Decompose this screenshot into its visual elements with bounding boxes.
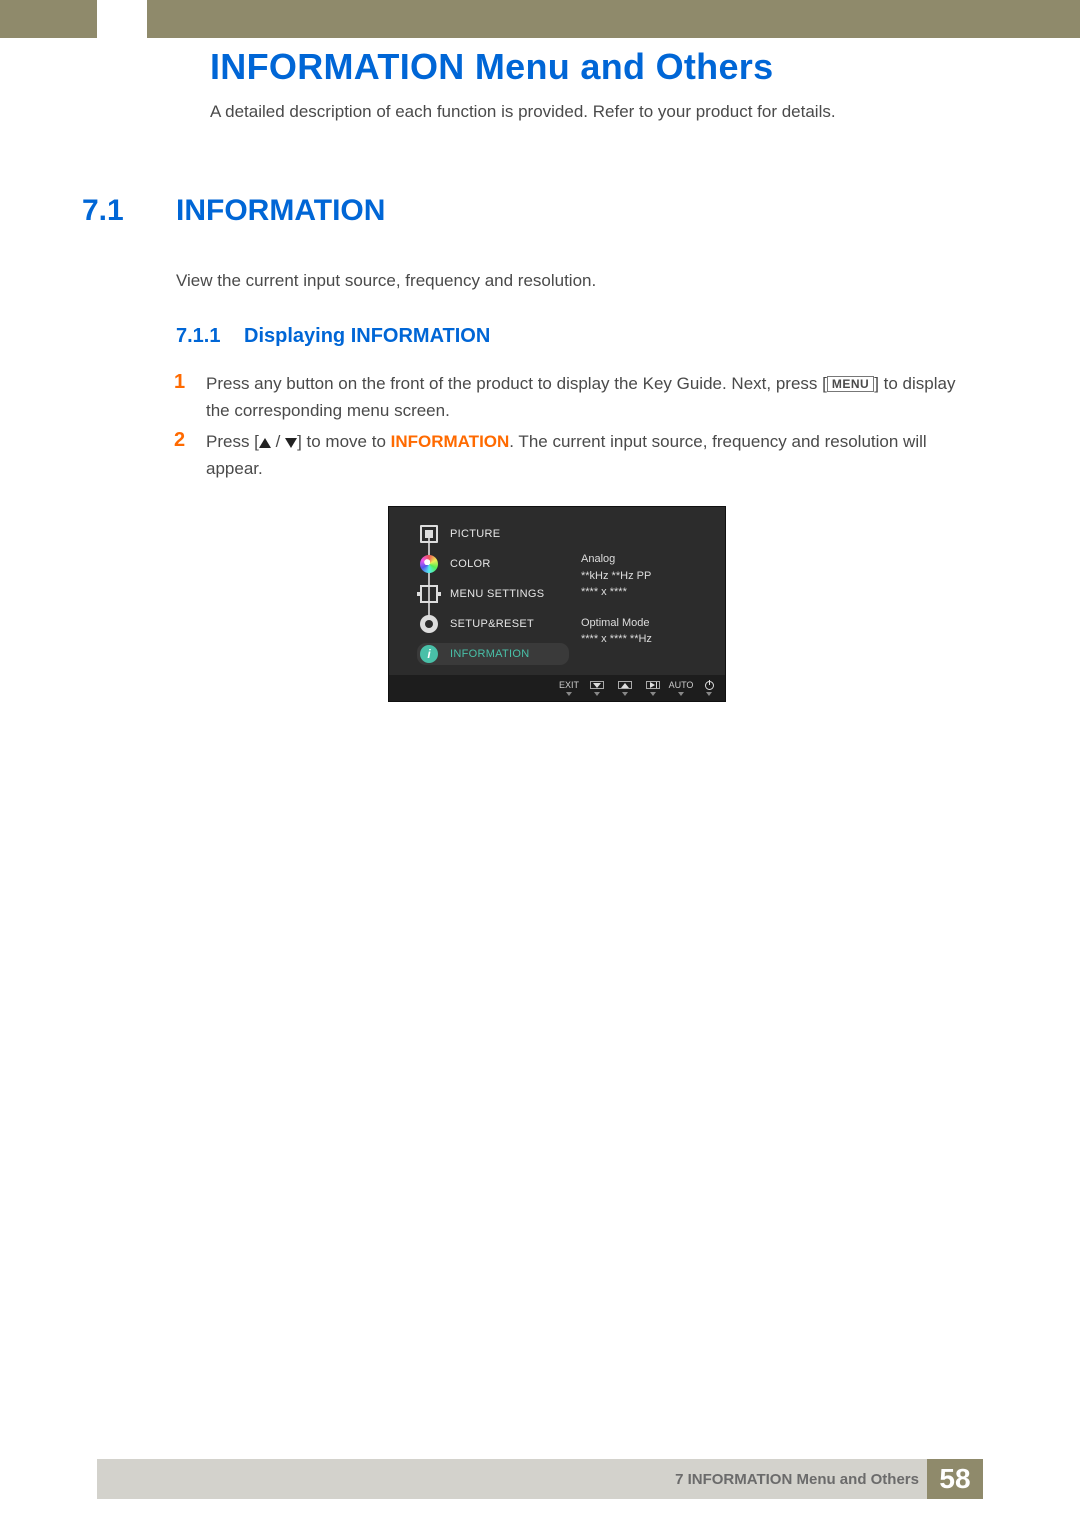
setup-reset-icon [420,615,438,633]
osd-info-line-3: **** x **** [581,584,711,601]
footer: 7 INFORMATION Menu and Others 58 [97,1459,983,1499]
top-bar [0,0,1080,38]
play-icon [650,682,655,688]
osd-up-button [617,680,633,696]
caret-down-icon [622,692,628,696]
step-2-number: 2 [174,429,185,452]
osd-label-information: INFORMATION [450,648,529,660]
auto-label: AUTO [673,680,689,690]
osd-button-bar: EXIT AUTO [389,675,725,701]
osd-info-optimal-2: **** x **** **Hz [581,631,711,648]
osd-info-optimal-1: Optimal Mode [581,615,711,632]
osd-item-picture: PICTURE [399,519,569,549]
chapter-description: A detailed description of each function … [210,102,836,122]
section-number: 7.1 [82,194,124,228]
top-bar-tab [97,0,147,38]
osd-screenshot: PICTURE COLOR MENU SETTINGS SETUP&RESET … [388,506,726,702]
osd-exit-button: EXIT [561,680,577,696]
triangle-down-icon [593,683,601,688]
section-title: INFORMATION [176,194,385,228]
page-number: 58 [927,1459,983,1499]
step-2-information: INFORMATION [391,432,510,451]
step-1-text: Press any button on the front of the pro… [206,370,974,424]
page: INFORMATION Menu and Others A detailed d… [0,0,1080,1527]
triangle-up-icon [621,683,629,688]
osd-menu-list: PICTURE COLOR MENU SETTINGS SETUP&RESET … [399,519,569,665]
osd-label-picture: PICTURE [450,528,500,540]
step-2-text-a: Press [ [206,432,259,451]
osd-info-block-1: Analog **kHz **Hz PP **** x **** [581,551,711,601]
osd-info-panel: Analog **kHz **Hz PP **** x **** Optimal… [581,551,711,662]
information-icon [420,645,438,663]
section-description: View the current input source, frequency… [176,271,596,291]
osd-down-button [589,680,605,696]
osd-item-information: INFORMATION [417,643,569,665]
subsection-title: Displaying INFORMATION [244,325,490,348]
osd-info-line-1: Analog [581,551,711,568]
step-1: 1 Press any button on the front of the p… [174,370,974,424]
menu-settings-icon [420,585,438,603]
picture-icon [420,525,438,543]
caret-down-icon [594,692,600,696]
caret-down-icon [650,692,656,696]
power-icon [705,681,714,690]
osd-item-menu-settings: MENU SETTINGS [399,579,569,609]
caret-down-icon [566,692,572,696]
color-icon [420,555,438,573]
osd-power-button [701,680,717,696]
step-2-text-b: ] to move to [297,432,391,451]
triangle-up-icon [259,438,271,448]
footer-text: 7 INFORMATION Menu and Others [675,1471,919,1488]
osd-label-setup-reset: SETUP&RESET [450,618,534,630]
triangle-down-icon [285,438,297,448]
osd-item-color: COLOR [399,549,569,579]
osd-play-button [645,680,661,696]
step-2-text: Press [ / ] to move to INFORMATION. The … [206,428,974,482]
subsection-number: 7.1.1 [176,325,220,348]
osd-auto-button: AUTO [673,680,689,696]
osd-info-block-2: Optimal Mode **** x **** **Hz [581,615,711,648]
step-1-number: 1 [174,371,185,394]
caret-down-icon [678,692,684,696]
osd-label-color: COLOR [450,558,491,570]
osd-label-menu-settings: MENU SETTINGS [450,588,544,600]
step-1-text-a: Press any button on the front of the pro… [206,374,827,393]
caret-down-icon [706,692,712,696]
step-2-slash: / [271,432,285,451]
osd-item-setup-reset: SETUP&RESET [399,609,569,639]
menu-key-icon: MENU [827,376,874,392]
exit-label: EXIT [561,680,577,690]
step-2: 2 Press [ / ] to move to INFORMATION. Th… [174,428,974,482]
chapter-title: INFORMATION Menu and Others [210,46,773,88]
osd-info-line-2: **kHz **Hz PP [581,568,711,585]
